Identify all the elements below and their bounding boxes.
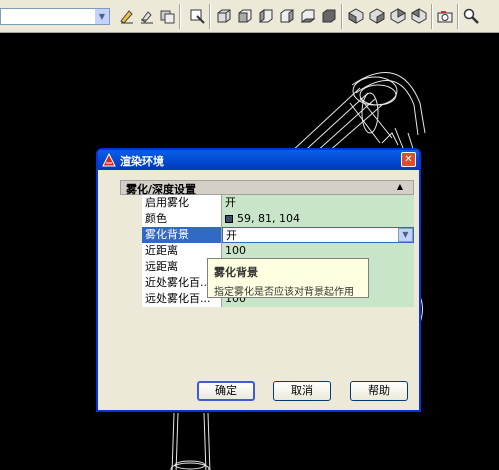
toolbar-dropdown[interactable]: ▼ [0,8,110,25]
property-row-near-distance[interactable]: 近距离 100 [142,243,414,259]
iso-se-icon[interactable] [368,7,386,25]
color-swatch [225,215,233,223]
iso-sw-icon[interactable] [347,7,365,25]
close-icon[interactable]: ✕ [401,152,416,167]
cube-bottom-icon[interactable] [299,7,317,25]
cube-back-icon[interactable] [320,7,338,25]
cube-right-icon[interactable] [278,7,296,25]
chevron-down-icon[interactable]: ▼ [398,228,413,242]
autocad-app-icon [102,153,116,167]
property-value[interactable]: 100 [222,243,414,259]
property-tooltip: 雾化背景 指定雾化是否应该对背景起作用 [207,258,369,298]
iso-ne-icon[interactable] [389,7,407,25]
tooltip-description: 指定雾化是否应该对背景起作用 [214,287,354,298]
property-name: 启用雾化 [142,195,222,211]
property-name: 颜色 [142,211,222,227]
cube-top-icon[interactable] [215,7,233,25]
pencil-icon[interactable] [118,7,136,25]
cube-left-icon[interactable] [257,7,275,25]
property-row-fog-background[interactable]: 雾化背景 开 ▼ [142,227,414,243]
layers-icon[interactable] [158,7,176,25]
help-button[interactable]: 帮助 [350,381,408,401]
cancel-button[interactable]: 取消 [273,381,331,401]
layer-pencil-icon[interactable] [138,7,156,25]
tooltip-title: 雾化背景 [214,266,258,279]
property-row-enable-fog[interactable]: 启用雾化 开 [142,195,414,211]
camera-icon[interactable] [436,7,454,25]
dialog-titlebar[interactable]: 渲染环境 ✕ [98,150,419,170]
iso-nw-icon[interactable] [410,7,428,25]
property-row-color[interactable]: 颜色 59, 81, 104 [142,211,414,227]
property-value[interactable]: 开 [222,195,414,211]
selected-value: 开 [226,229,237,242]
zoom-window-icon[interactable] [188,7,206,25]
collapse-icon[interactable]: ▲ [397,182,403,191]
property-value[interactable]: 59, 81, 104 [222,211,414,227]
cube-front-icon[interactable] [236,7,254,25]
dialog-title: 渲染环境 [120,155,164,168]
chevron-down-icon[interactable]: ▼ [95,9,109,24]
property-name: 近距离 [142,243,222,259]
ok-button[interactable]: 确定 [197,381,255,401]
color-value: 59, 81, 104 [237,212,300,225]
property-name: 雾化背景 [142,227,222,243]
view-toolbar: ▼ [0,0,499,33]
section-header-fog[interactable]: 雾化/深度设置 ▲ [120,180,414,196]
fog-background-select[interactable]: 开 ▼ [222,227,414,243]
pan-zoom-icon[interactable] [462,7,480,25]
